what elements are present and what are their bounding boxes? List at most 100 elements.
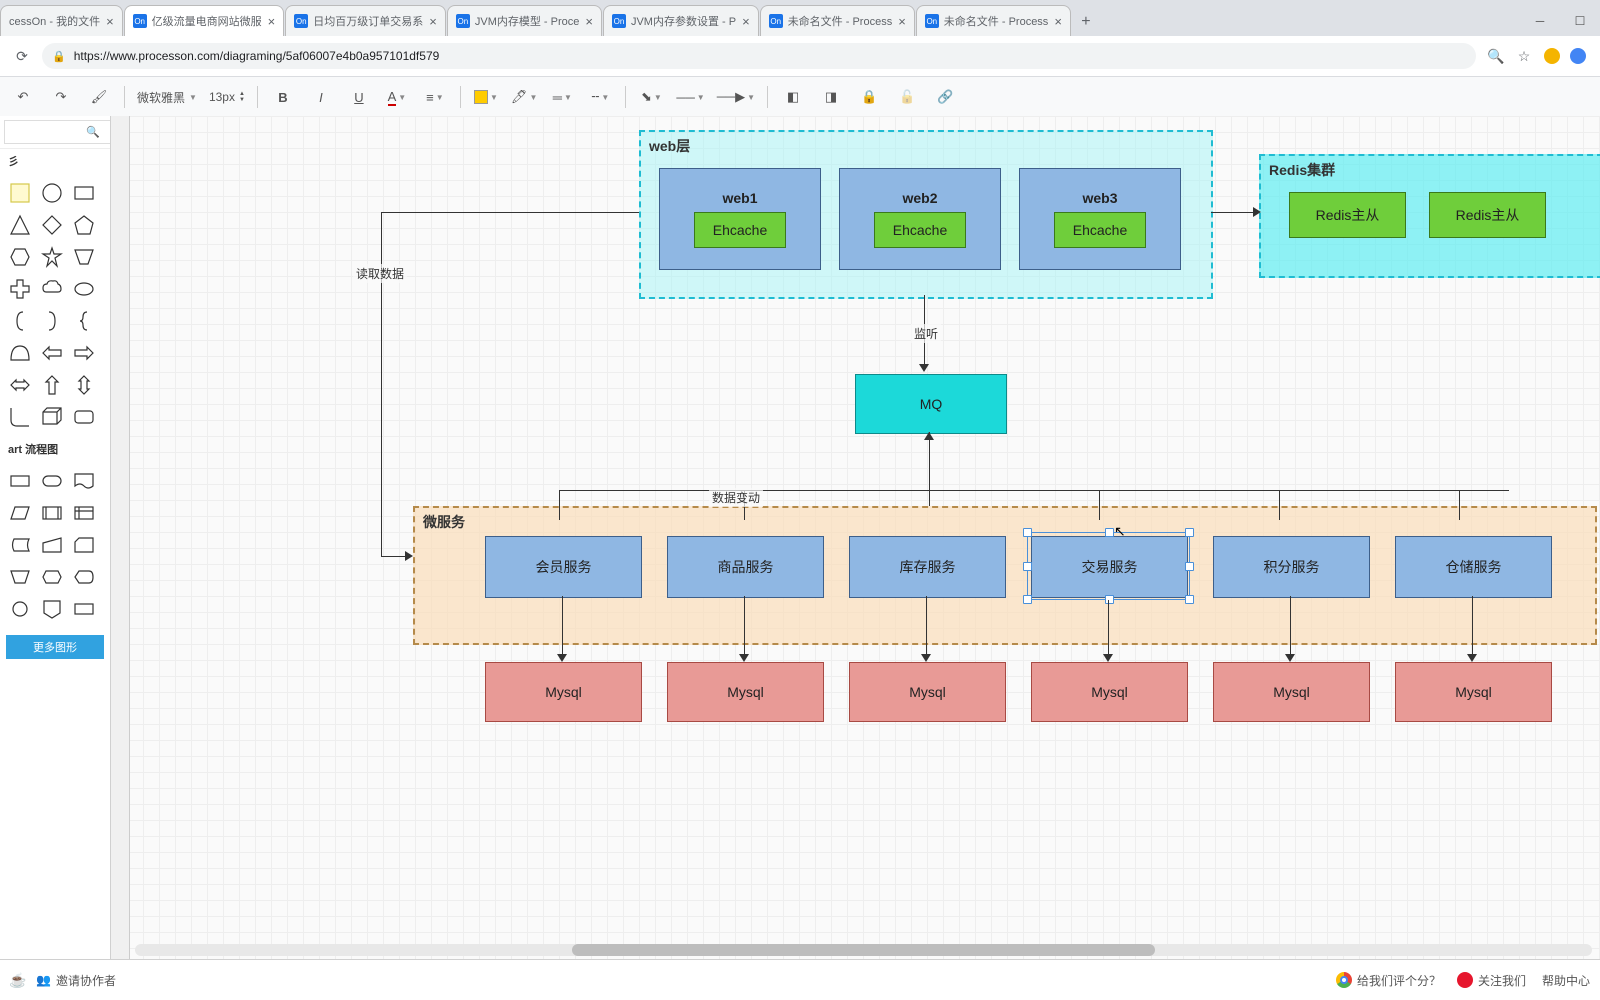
service-warehouse[interactable]: 仓储服务 [1395,536,1552,598]
mysql-1[interactable]: Mysql [485,662,642,722]
redis-replica[interactable]: Redis主从 [1429,192,1546,238]
line-width-button[interactable]: ═▼ [545,84,579,110]
invite-button[interactable]: 👥 邀请协作者 [36,972,116,989]
shape-predefined[interactable] [36,497,68,529]
shape-document[interactable] [68,465,100,497]
line-style-button[interactable]: ╌▼ [583,84,617,110]
shape-stored[interactable] [4,529,36,561]
service-points[interactable]: 积分服务 [1213,536,1370,598]
bring-front-button[interactable]: ◧ [776,84,810,110]
connector-line-button[interactable]: ──▼ [672,84,708,110]
mysql-4[interactable]: Mysql [1031,662,1188,722]
service-product[interactable]: 商品服务 [667,536,824,598]
shape-card[interactable] [68,529,100,561]
minimize-button[interactable]: ─ [1520,6,1560,36]
shape-internal[interactable] [68,497,100,529]
extension-icon[interactable] [1570,48,1586,64]
shape-triangle[interactable] [4,209,36,241]
diagram[interactable]: web层 web1 Ehcache web2 Ehcache web3 Ehca… [129,116,1600,960]
shape-arrow-up[interactable] [36,369,68,401]
tab-1[interactable]: On 亿级流量电商网站微服 × [124,5,285,36]
web2-node[interactable]: web2 Ehcache [839,168,1001,270]
new-tab-button[interactable]: + [1072,8,1100,36]
shape-bracket-right[interactable] [36,305,68,337]
url-input[interactable]: 🔒 https://www.processon.com/diagraming/5… [42,43,1476,69]
zoom-icon[interactable]: 🔍 [1482,42,1510,70]
shape-star[interactable] [36,241,68,273]
shape-connector[interactable] [4,593,36,625]
shape-rect[interactable] [68,177,100,209]
fill-color-button[interactable]: ▼ [469,84,503,110]
tab-0[interactable]: cessOn - 我的文件 × [0,5,123,36]
horizontal-scrollbar[interactable] [135,944,1592,956]
tab-2[interactable]: On 日均百万级订单交易系 × [285,5,446,36]
maximize-button[interactable]: ☐ [1560,6,1600,36]
close-icon[interactable]: × [898,14,906,29]
shape-manual-input[interactable] [36,529,68,561]
shape-arrow-lr[interactable] [4,369,36,401]
mysql-2[interactable]: Mysql [667,662,824,722]
shape-display[interactable] [68,561,100,593]
shape-terminator[interactable] [36,465,68,497]
shape-brace-left[interactable] [68,305,100,337]
shape-bracket-left[interactable] [4,305,36,337]
close-icon[interactable]: × [585,14,593,29]
tab-4[interactable]: On JVM内存参数设置 - P × [603,5,759,36]
java-icon[interactable]: ☕ [10,972,26,988]
connector-style-button[interactable]: ⬊▼ [634,84,668,110]
service-transaction[interactable]: 交易服务 [1031,536,1188,598]
font-family-select[interactable]: 微软雅黑▼ [133,87,201,108]
link-button[interactable]: 🔗 [928,84,962,110]
shape-diamond[interactable] [36,209,68,241]
font-color-button[interactable]: A▼ [380,84,414,110]
mq-node[interactable]: MQ [855,374,1007,434]
reload-button[interactable]: ⟳ [8,42,36,70]
bookmark-icon[interactable]: ☆ [1510,42,1538,70]
canvas[interactable]: web层 web1 Ehcache web2 Ehcache web3 Ehca… [111,116,1600,960]
shape-cuboid[interactable] [36,401,68,433]
shape-half-circle[interactable] [4,337,36,369]
extension-icon[interactable] [1544,48,1560,64]
web1-cache[interactable]: Ehcache [694,212,786,248]
format-painter-button[interactable]: 🖌 [82,84,116,110]
mysql-3[interactable]: Mysql [849,662,1006,722]
arrow-style-button[interactable]: ──▶▼ [713,84,759,110]
shape-arrow-left[interactable] [36,337,68,369]
font-size-select[interactable]: 13px▲▼ [205,88,249,106]
italic-button[interactable]: I [304,84,338,110]
shape-pentagon[interactable] [68,209,100,241]
lock-button[interactable]: 🔒 [852,84,886,110]
shape-data[interactable] [4,497,36,529]
bold-button[interactable]: B [266,84,300,110]
undo-button[interactable]: ↶ [6,84,40,110]
more-shapes-button[interactable]: 更多图形 [6,635,104,659]
shape-sticky[interactable] [4,177,36,209]
shape-ellipse[interactable] [68,273,100,305]
shape-process[interactable] [4,465,36,497]
flowchart-title[interactable]: art 流程图 [0,437,110,461]
shape-circle[interactable] [36,177,68,209]
web2-cache[interactable]: Ehcache [874,212,966,248]
redis-primary[interactable]: Redis主从 [1289,192,1406,238]
close-icon[interactable]: × [1054,14,1062,29]
rate-button[interactable]: 给我们评个分？ [1336,972,1441,989]
shape-corner[interactable] [4,401,36,433]
shape-manual-op[interactable] [4,561,36,593]
shape-arrow-right[interactable] [68,337,100,369]
web3-cache[interactable]: Ehcache [1054,212,1146,248]
basic-shapes-title[interactable]: 彡 [0,149,110,173]
shape-hexagon[interactable] [4,241,36,273]
shape-decision[interactable] [68,593,100,625]
follow-button[interactable]: 关注我们 [1457,972,1526,989]
shape-preparation[interactable] [36,561,68,593]
underline-button[interactable]: U [342,84,376,110]
service-inventory[interactable]: 库存服务 [849,536,1006,598]
tab-6[interactable]: On 未命名文件 - Process × [916,5,1071,36]
shape-off-page[interactable] [36,593,68,625]
service-member[interactable]: 会员服务 [485,536,642,598]
line-color-button[interactable]: 🖊▼ [507,84,541,110]
shape-cloud[interactable] [36,273,68,305]
send-back-button[interactable]: ◨ [814,84,848,110]
tab-3[interactable]: On JVM内存模型 - Proce × [447,5,602,36]
tab-5[interactable]: On 未命名文件 - Process × [760,5,915,36]
